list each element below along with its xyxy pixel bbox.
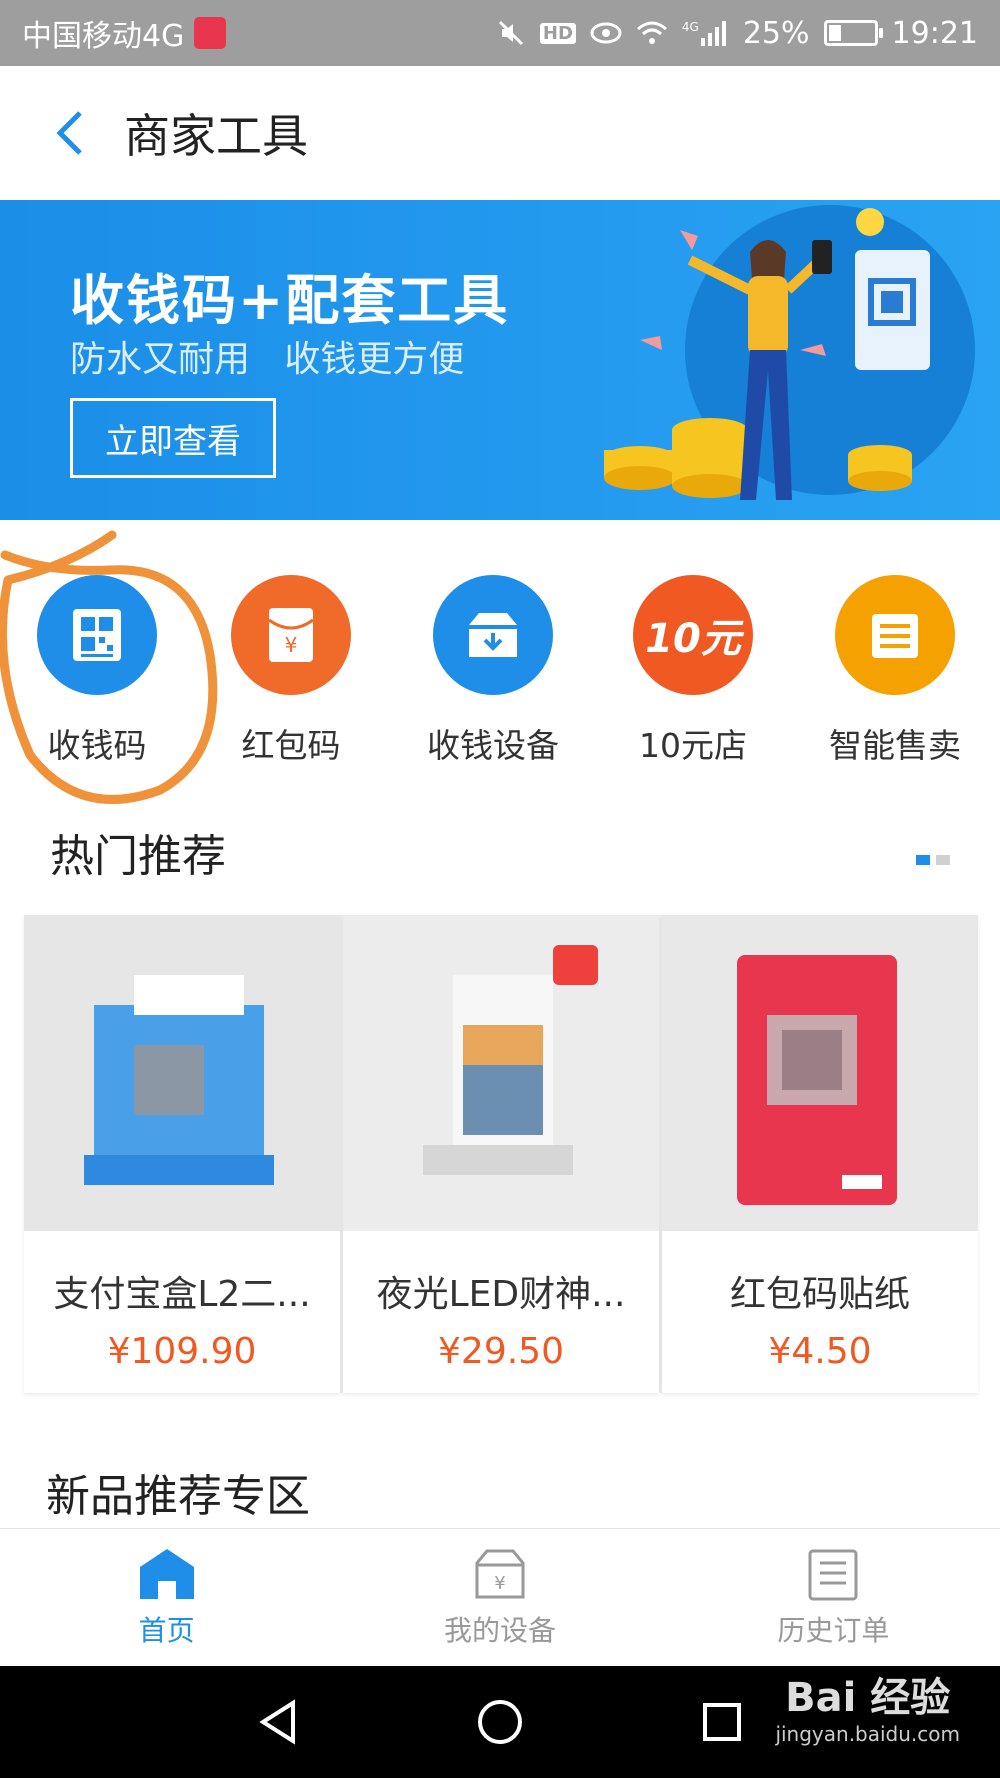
promo-banner[interactable]: 收钱码+配套工具 防水又耐用 收钱更方便 立即查看 — [0, 200, 1000, 520]
tool-receive-device[interactable]: 收钱设备 — [398, 575, 588, 767]
status-right: HD 4G 25% 19:21 — [496, 16, 978, 51]
baidu-watermark: Bai 经验 jingyan.baidu.com — [775, 1678, 960, 1744]
quick-label: 收钱设备 — [427, 726, 559, 765]
battery-percent: 25% — [742, 15, 810, 51]
wifi-icon — [636, 20, 668, 46]
back-arrow-icon[interactable] — [40, 103, 100, 163]
hd-icon: HD — [539, 22, 576, 44]
page-title: 商家工具 — [124, 109, 308, 163]
product-card[interactable]: 红包码贴纸 ¥4.50 — [662, 915, 978, 1393]
carousel-dots — [916, 855, 950, 865]
svg-text:¥: ¥ — [494, 1573, 505, 1594]
vending-icon — [835, 575, 955, 695]
nav-history-orders[interactable]: 历史订单 — [667, 1529, 1000, 1666]
quick-label: 智能售卖 — [829, 726, 961, 765]
quick-label: 红包码 — [241, 726, 341, 765]
status-bar: 中国移动4G HD 4G 25% 19:21 — [0, 0, 1000, 66]
watermark-url: jingyan.baidu.com — [775, 1722, 960, 1746]
product-price: ¥29.50 — [438, 1331, 564, 1372]
quick-tools-row: 收钱码 ¥ 红包码 收钱设备 10元 10元店 智能售卖 — [0, 575, 1000, 765]
my-device-icon: ¥ — [475, 1549, 525, 1598]
product-name: 红包码贴纸 — [729, 1274, 910, 1315]
product-name: 夜光LED财神... — [376, 1274, 626, 1315]
header: 商家工具 — [0, 66, 1000, 200]
product-image — [24, 915, 340, 1231]
product-image — [662, 915, 978, 1231]
banner-illustration — [604, 205, 975, 500]
nav-my-device[interactable]: ¥ 我的设备 — [333, 1529, 666, 1666]
system-nav-bar: Bai 经验 jingyan.baidu.com — [0, 1666, 1000, 1778]
carousel-dot — [936, 855, 950, 865]
product-name: 支付宝盒L2二... — [53, 1274, 311, 1315]
tool-receive-code[interactable]: 收钱码 — [2, 575, 192, 767]
tool-smart-vending[interactable]: 智能售卖 — [800, 575, 990, 767]
device-box-icon — [433, 575, 553, 695]
qr-code-icon — [37, 575, 157, 695]
signal-icon: 4G — [682, 20, 729, 46]
quick-label: 10元店 — [639, 726, 747, 765]
home-icon — [139, 1548, 194, 1599]
carrier-label: 中国移动4G — [22, 19, 185, 54]
product-price: ¥109.90 — [107, 1331, 257, 1372]
nav-label: 首页 — [138, 1613, 195, 1647]
tool-red-envelope-code[interactable]: ¥ 红包码 — [196, 575, 386, 767]
view-now-button[interactable]: 立即查看 — [70, 398, 276, 478]
banner-title: 收钱码+配套工具 — [70, 269, 510, 332]
battery-icon — [823, 20, 883, 46]
svg-text:¥: ¥ — [285, 633, 298, 657]
mute-icon — [496, 18, 526, 48]
system-back-icon[interactable] — [248, 1692, 308, 1752]
nav-label: 历史订单 — [777, 1613, 890, 1647]
red-envelope-icon: ¥ — [231, 575, 351, 695]
system-home-icon[interactable] — [470, 1692, 530, 1752]
product-image — [343, 915, 659, 1231]
banner-subtitle: 防水又耐用 收钱更方便 — [70, 339, 465, 380]
ten-yuan-icon: 10元 — [633, 575, 753, 695]
hot-section-title: 热门推荐 — [50, 831, 226, 882]
product-list: 支付宝盒L2二... ¥109.90 夜光LED财神... ¥29.50 红包码… — [24, 915, 978, 1393]
quick-label: 收钱码 — [47, 726, 147, 765]
product-card[interactable]: 支付宝盒L2二... ¥109.90 — [24, 915, 340, 1393]
status-left: 中国移动4G — [22, 11, 227, 55]
watermark-brand: Bai 经验 — [785, 1675, 951, 1721]
product-card[interactable]: 夜光LED财神... ¥29.50 — [343, 915, 659, 1393]
new-section-title: 新品推荐专区 — [46, 1471, 310, 1522]
order-list-icon — [808, 1549, 858, 1600]
bottom-nav: 首页 ¥ 我的设备 历史订单 — [0, 1528, 1000, 1666]
clock: 19:21 — [891, 15, 978, 51]
eye-icon — [590, 21, 622, 45]
carousel-dot-active — [916, 855, 930, 865]
app-notification-icon — [194, 17, 227, 49]
nav-home[interactable]: 首页 — [0, 1529, 333, 1666]
tool-ten-yuan-store[interactable]: 10元 10元店 — [598, 575, 788, 767]
product-price: ¥4.50 — [768, 1331, 872, 1372]
system-recents-icon[interactable] — [692, 1692, 752, 1752]
nav-label: 我的设备 — [443, 1613, 556, 1647]
